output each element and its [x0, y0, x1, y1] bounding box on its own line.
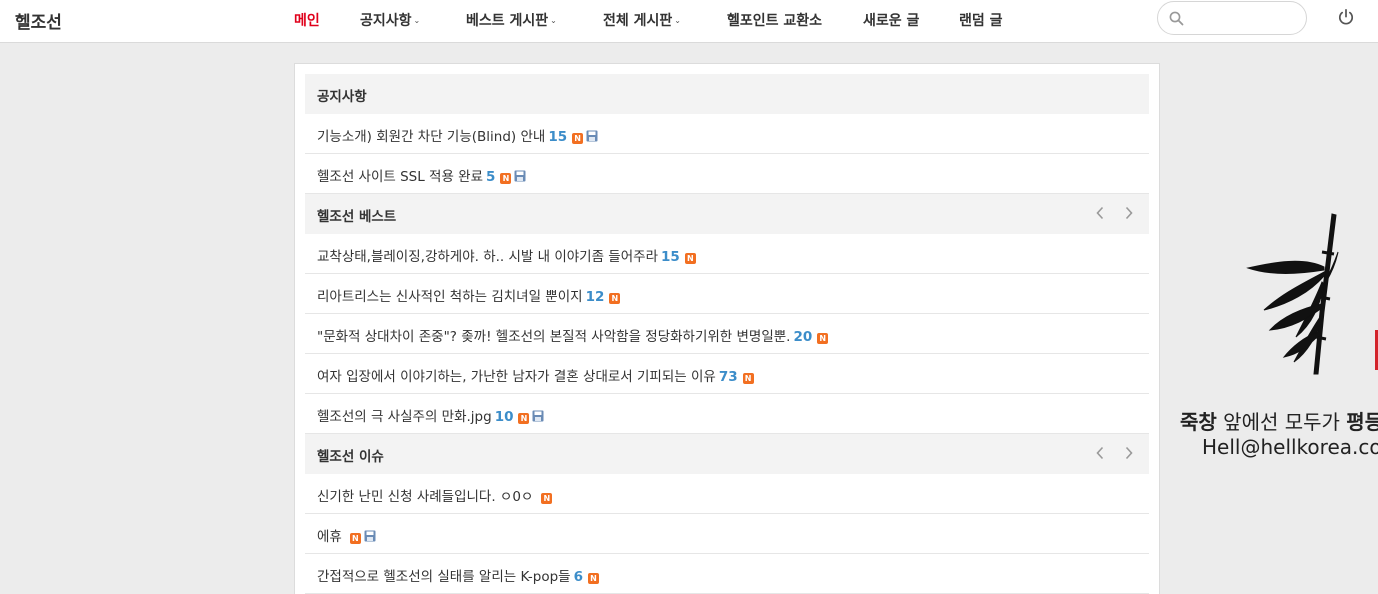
list-item: 헬조선 사이트 SSL 적용 완료 5 N — [305, 154, 1149, 194]
chevron-right-icon[interactable] — [1124, 446, 1134, 460]
slogan-text: 앞에선 모두가 — [1216, 410, 1347, 434]
top-navigation-bar: 헬조선 메인 공지사항 ⌄ 베스트 게시판 ⌄ 전체 게시판 ⌄ 헬포인트 교환소 새… — [0, 0, 1378, 43]
nav-main-label: 메인 — [294, 13, 320, 29]
post-link[interactable]: 교착상태,블레이징,강하게야. 하.. 시발 내 이야기좀 들어주라 — [317, 249, 658, 265]
section-title: 헬조선 베스트 — [317, 209, 397, 225]
chevron-down-icon: ⌄ — [674, 16, 681, 25]
attachment-icon — [364, 530, 376, 542]
chevron-right-icon[interactable] — [1124, 206, 1134, 220]
new-badge-icon: N — [349, 533, 361, 544]
comment-count: 15 — [548, 129, 568, 145]
search-icon[interactable] — [1169, 11, 1184, 26]
post-link[interactable]: 간접적으로 헬조선의 실태를 알리는 K-pop들 — [317, 569, 571, 585]
list-item: 여자 입장에서 이야기하는, 가난한 남자가 결혼 상대로서 기피되는 이유 73… — [305, 354, 1149, 394]
chevron-down-icon: ⌄ — [550, 16, 557, 25]
nav-point-exchange-label: 헬포인트 교환소 — [727, 13, 823, 29]
main-content-panel: 공지사항 기능소개) 회원간 차단 기능(Blind) 안내 15 N 헬조선 사이… — [294, 63, 1160, 594]
section-header-best: 헬조선 베스트 — [305, 194, 1149, 234]
post-link[interactable]: 리아트리스는 신사적인 척하는 김치녀일 뿐이지 — [317, 289, 583, 305]
list-item: 헬조선의 극 사실주의 만화.jpg 10 N — [305, 394, 1149, 434]
post-link[interactable]: 신기한 난민 신청 사례들입니다. ㅇ0ㅇ — [317, 489, 533, 505]
new-badge-icon: N — [817, 333, 829, 344]
new-badge-icon: N — [609, 293, 621, 304]
nav-all-board[interactable]: 전체 게시판 ⌄ — [603, 10, 681, 30]
search-input[interactable] — [1192, 8, 1297, 28]
list-item: 간접적으로 헬조선의 실태를 알리는 K-pop들 6 N — [305, 554, 1149, 594]
chevron-left-icon[interactable] — [1095, 446, 1105, 460]
slogan-emphasis: 죽창 — [1180, 410, 1217, 434]
list-item: 신기한 난민 신청 사례들입니다. ㅇ0ㅇ N — [305, 474, 1149, 514]
post-link[interactable]: 헬조선 사이트 SSL 적용 완료 — [317, 169, 483, 185]
nav-best-board[interactable]: 베스트 게시판 ⌄ — [466, 10, 557, 30]
new-badge-icon: N — [588, 573, 599, 584]
new-badge-icon: N — [742, 373, 754, 384]
bamboo-logo-icon — [1246, 213, 1339, 375]
attachment-icon — [532, 410, 544, 422]
list-item: 에휴 N — [305, 514, 1149, 554]
section-title: 공지사항 — [317, 89, 367, 105]
attachment-icon — [586, 130, 598, 142]
nav-notice-label: 공지사항 — [360, 13, 412, 29]
list-item: 리아트리스는 신사적인 척하는 김치녀일 뿐이지 12 N — [305, 274, 1149, 314]
post-link[interactable]: "문화적 상대차이 존중"? 좆까! 헬조선의 본질적 사악함을 정당화하기위한… — [317, 329, 790, 345]
nav-point-exchange[interactable]: 헬포인트 교환소 — [727, 10, 822, 30]
nav-random-post[interactable]: 랜덤 글 — [959, 10, 1003, 30]
post-link[interactable]: 에휴 — [317, 529, 342, 545]
comment-count: 6 — [573, 569, 583, 585]
nav-random-post-label: 랜덤 글 — [959, 13, 1003, 29]
post-link[interactable]: 여자 입장에서 이야기하는, 가난한 남자가 결혼 상대로서 기피되는 이유 — [317, 369, 716, 385]
list-item: 기능소개) 회원간 차단 기능(Blind) 안내 15 N — [305, 114, 1149, 154]
chevron-down-icon: ⌄ — [413, 16, 421, 25]
search-box — [1157, 1, 1307, 35]
site-logo[interactable]: 헬조선 — [15, 8, 62, 33]
new-badge-icon: N — [572, 133, 584, 144]
nav-main[interactable]: 메인 — [294, 10, 320, 30]
post-link[interactable]: 헬조선의 극 사실주의 만화.jpg — [317, 409, 492, 425]
slogan-emphasis: 평등 — [1346, 410, 1378, 434]
nav-new-posts-label: 새로운 글 — [863, 13, 920, 29]
new-badge-icon: N — [500, 173, 512, 184]
comment-count: 20 — [793, 329, 813, 345]
side-slogan: 죽창 앞에선 모두가 평등 — [1180, 406, 1378, 435]
list-item: "문화적 상대차이 존중"? 좆까! 헬조선의 본질적 사악함을 정당화하기위한… — [305, 314, 1149, 354]
new-badge-icon: N — [541, 493, 553, 504]
nav-best-board-label: 베스트 게시판 — [466, 13, 549, 29]
new-badge-icon: N — [518, 413, 530, 424]
nav-new-posts[interactable]: 새로운 글 — [863, 10, 919, 30]
section-header-issue: 헬조선 이슈 — [305, 434, 1149, 474]
section-title: 헬조선 이슈 — [317, 449, 384, 465]
comment-count: 15 — [661, 249, 680, 265]
attachment-icon — [514, 170, 526, 182]
comment-count: 12 — [585, 289, 605, 305]
nav-all-board-label: 전체 게시판 — [603, 13, 673, 29]
contact-email: Hell@hellkorea.com — [1202, 435, 1378, 459]
new-badge-icon: N — [684, 253, 696, 264]
comment-count: 73 — [718, 369, 738, 385]
section-header-notice: 공지사항 — [305, 74, 1149, 114]
nav-notice[interactable]: 공지사항 ⌄ — [360, 10, 420, 30]
comment-count: 10 — [494, 409, 514, 425]
post-link[interactable]: 기능소개) 회원간 차단 기능(Blind) 안내 — [317, 129, 545, 145]
chevron-left-icon[interactable] — [1095, 206, 1105, 220]
list-item: 교착상태,블레이징,강하게야. 하.. 시발 내 이야기좀 들어주라 15 N — [305, 234, 1149, 274]
power-icon[interactable] — [1337, 8, 1355, 26]
comment-count: 5 — [486, 169, 496, 185]
